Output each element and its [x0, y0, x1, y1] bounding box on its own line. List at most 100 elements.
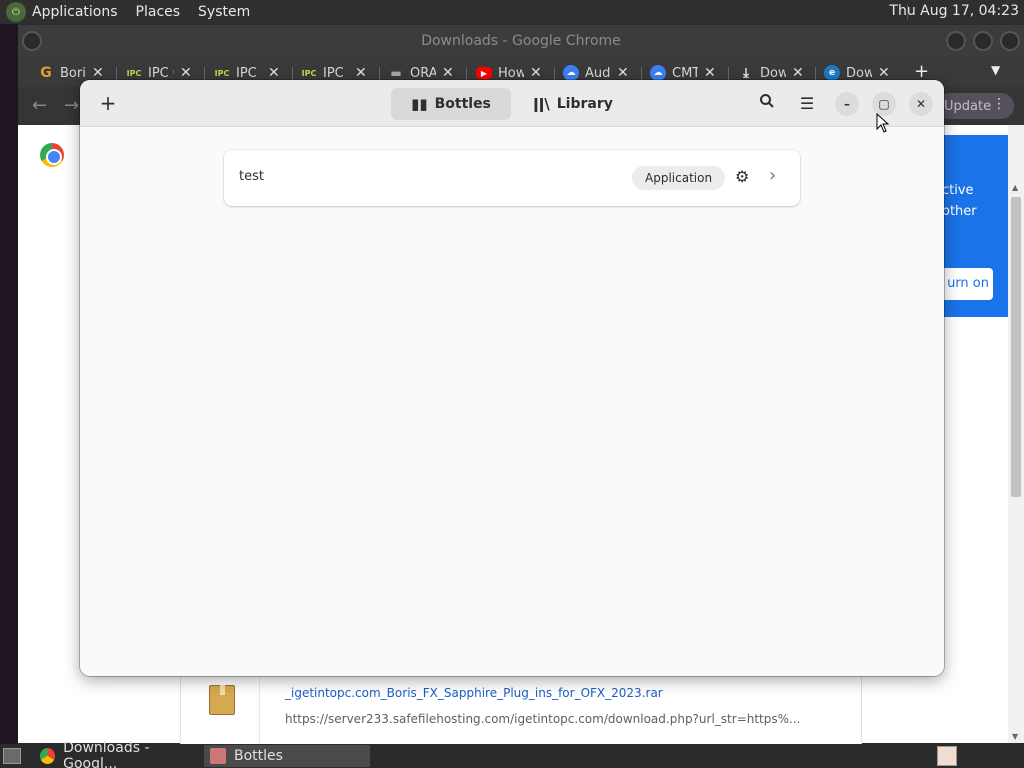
bottle-name: test — [239, 169, 264, 184]
taskbar-item-chrome[interactable]: Downloads - Googl... — [34, 740, 200, 768]
menu-applications[interactable]: Applications — [32, 4, 118, 20]
page-scrollbar[interactable]: ▲ ▼ — [1008, 125, 1024, 743]
tab-label: ORA — [410, 65, 436, 81]
tab-divider — [641, 67, 642, 81]
bottles-window: + ▮▮ Bottles ǀǀ\ Library ☰ – ▢ ✕ test Ap… — [80, 80, 944, 676]
tab-search-chevron-icon[interactable]: ▼ — [991, 63, 1000, 77]
youtube-favicon-icon: ▶ — [476, 67, 492, 79]
tab-label: Dow — [846, 65, 872, 81]
run-executable-gears-icon[interactable]: ⚙ — [735, 167, 749, 186]
cloud-favicon-icon: ☁ — [650, 65, 666, 81]
taskbar-item-bottles[interactable]: Bottles — [204, 745, 370, 767]
close-icon[interactable]: ✕ — [878, 65, 890, 81]
desktop-background — [0, 24, 18, 744]
close-icon[interactable]: ✕ — [180, 65, 192, 81]
taskbar-item-label: Downloads - Googl... — [63, 740, 150, 768]
back-arrow-icon[interactable]: ← — [32, 95, 47, 116]
minimize-button[interactable]: – — [835, 92, 859, 116]
download-filename-link[interactable]: _igetintopc.com_Boris_FX_Sapphire_Plug_i… — [285, 686, 663, 700]
new-tab-plus-icon[interactable]: + — [914, 61, 929, 82]
edge-favicon-icon: e — [824, 65, 840, 81]
ipc-favicon-icon: IPC — [301, 68, 317, 78]
window-close-button[interactable] — [1000, 31, 1020, 51]
update-button[interactable]: Update ⋮ — [936, 93, 1014, 119]
archive-file-icon — [209, 685, 235, 715]
ipc-favicon-icon: IPC — [126, 68, 142, 78]
bottle-list-item[interactable]: test Application ⚙ › — [224, 150, 800, 206]
environment-badge: Application — [632, 166, 726, 190]
divider — [259, 675, 260, 745]
close-icon[interactable]: ✕ — [617, 65, 629, 81]
promo-text: other — [942, 204, 977, 219]
scrollbar-thumb[interactable] — [1011, 197, 1021, 497]
menu-places[interactable]: Places — [136, 4, 181, 20]
kebab-menu-icon[interactable]: ⋮ — [992, 96, 1006, 112]
close-icon[interactable]: ✕ — [268, 65, 280, 81]
tab-divider — [116, 67, 117, 81]
turn-on-button[interactable]: urn on — [936, 268, 993, 300]
close-icon[interactable]: ✕ — [530, 65, 542, 81]
tab-label: IPC — [236, 65, 257, 81]
update-label: Update — [944, 98, 992, 114]
tab-label: IPC G — [148, 65, 174, 81]
download-url[interactable]: https://server233.safefilehosting.com/ig… — [285, 712, 800, 726]
chrome-titlebar[interactable]: Downloads - Google Chrome — [18, 25, 1024, 57]
tab-divider — [292, 67, 293, 81]
tab-label: CMT — [672, 65, 698, 81]
tab-label: Library — [556, 96, 613, 112]
tab-divider — [204, 67, 205, 81]
taskbar: Downloads - Googl... Bottles — [0, 740, 1024, 768]
scroll-up-icon[interactable]: ▲ — [1012, 183, 1018, 192]
taskbar-item-label: Bottles — [234, 748, 283, 764]
tab-label: Dow — [760, 65, 786, 81]
scroll-down-icon[interactable]: ▼ — [1012, 732, 1018, 741]
chrome-icon — [40, 748, 56, 764]
forward-arrow-icon[interactable]: → — [64, 95, 79, 116]
search-icon[interactable] — [755, 92, 779, 116]
close-icon[interactable]: ✕ — [92, 65, 104, 81]
tab-label: How — [498, 65, 524, 81]
tab-divider — [466, 67, 467, 81]
close-icon[interactable]: ✕ — [442, 65, 454, 81]
close-icon[interactable]: ✕ — [704, 65, 716, 81]
ipc-favicon-icon: IPC — [214, 68, 230, 78]
drive-favicon-icon: ▬ — [390, 66, 402, 80]
tab-divider — [815, 67, 816, 81]
tab-label: Aud — [585, 65, 611, 81]
tab-label: Bori — [60, 65, 86, 81]
window-menu-button[interactable] — [22, 31, 42, 51]
library-icon: ǀǀ\ — [533, 95, 550, 113]
show-desktop-icon[interactable] — [3, 748, 21, 764]
download-favicon-icon: ⤓ — [743, 65, 749, 81]
window-minimize-button[interactable] — [946, 31, 966, 51]
tab-label: Bottles — [434, 96, 491, 112]
clock[interactable]: Thu Aug 17, 04:23 — [889, 3, 1019, 19]
add-bottle-plus-icon[interactable]: + — [94, 90, 122, 118]
sync-promo-bubble: ctive other urn on — [936, 135, 1014, 317]
cloud-favicon-icon: ☁ — [563, 65, 579, 81]
distro-logo-icon[interactable]: ⏻ — [6, 2, 26, 22]
g-favicon-icon: G — [40, 65, 52, 81]
close-button[interactable]: ✕ — [909, 92, 933, 116]
close-icon[interactable]: ✕ — [792, 65, 804, 81]
hamburger-menu-icon[interactable]: ☰ — [795, 92, 819, 116]
close-icon[interactable]: ✕ — [355, 65, 367, 81]
tab-library[interactable]: ǀǀ\ Library — [523, 88, 623, 120]
bottles-icon: ▮▮ — [411, 95, 428, 113]
chrome-logo-icon — [40, 143, 64, 167]
tab-bottles[interactable]: ▮▮ Bottles — [391, 88, 511, 120]
promo-text: ctive — [942, 183, 974, 198]
download-item: _igetintopc.com_Boris_FX_Sapphire_Plug_i… — [180, 675, 862, 745]
chevron-right-icon[interactable]: › — [769, 165, 776, 186]
bottles-headerbar[interactable]: + ▮▮ Bottles ǀǀ\ Library ☰ – ▢ ✕ — [80, 80, 944, 127]
tray-app-icon[interactable] — [937, 746, 957, 766]
window-maximize-button[interactable] — [973, 31, 993, 51]
menu-system[interactable]: System — [198, 4, 250, 20]
tab-divider — [554, 67, 555, 81]
mouse-cursor-icon — [876, 113, 890, 133]
tab-divider — [728, 67, 729, 81]
tab-label: IPC — [323, 65, 344, 81]
tab-divider — [379, 67, 380, 81]
top-panel: ⏻ Applications Places System Thu Aug 17,… — [0, 0, 1024, 24]
chrome-window-title: Downloads - Google Chrome — [421, 33, 621, 49]
